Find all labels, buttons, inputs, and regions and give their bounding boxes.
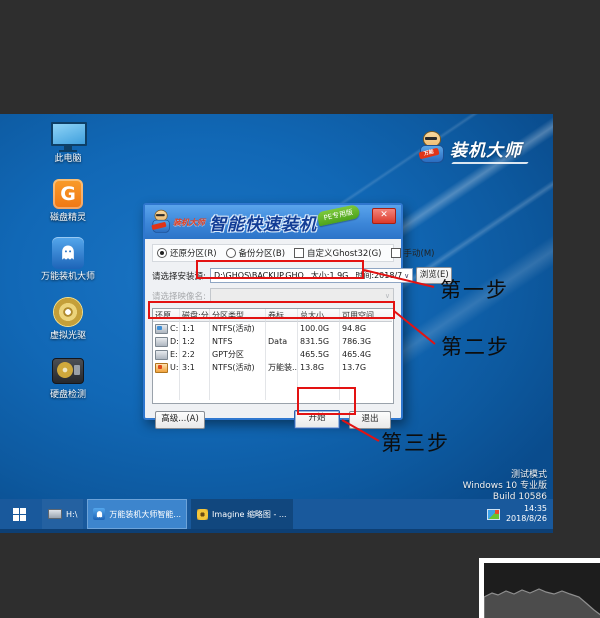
start-button-taskbar[interactable] bbox=[0, 499, 38, 529]
exit-button[interactable]: 退出 bbox=[349, 411, 391, 429]
installer-dialog: 装机大师 智能快速装机 PE专用版 ✕ 还原分区(R) 备份分区(B) bbox=[143, 203, 403, 420]
source-time: 时间:2018/7 bbox=[355, 270, 402, 281]
desktop-brand-logo: 万能 装机大师 bbox=[418, 122, 538, 174]
advanced-button[interactable]: 高级...(A) bbox=[155, 411, 205, 429]
table-row-d[interactable]: D: 1:2 NTFS Data 831.5G 786.3G bbox=[153, 335, 393, 348]
drive-icon bbox=[155, 324, 168, 334]
taskbar-clock[interactable]: 14:35 2018/8/26 bbox=[506, 504, 547, 524]
desktop-icon-label: 虚拟光驱 bbox=[24, 331, 112, 341]
image-name-label: 请选择映像名: bbox=[152, 290, 210, 302]
ghost-icon bbox=[52, 237, 84, 269]
desktop-icon-installer[interactable]: 万能装机大师 bbox=[24, 236, 112, 282]
step1-annotation: 第一步 bbox=[440, 274, 509, 304]
system-tray: 14:35 2018/8/26 bbox=[487, 499, 553, 529]
windows-logo-icon bbox=[13, 508, 26, 521]
source-select-row: 请选择安装源: D:\GHOS\BACKUP.GHO 大小:1.9G 时间:20… bbox=[152, 267, 394, 284]
cd-icon bbox=[53, 297, 83, 327]
brand-logo-underline bbox=[451, 162, 529, 164]
checkbox-custom-ghost32[interactable]: 自定义Ghost32(G) bbox=[294, 247, 381, 259]
col-disk-part: 磁盘:分区 bbox=[180, 309, 210, 322]
drive-icon bbox=[155, 350, 168, 360]
taskbar: H:\ 万能装机大师智能... Imagine 缩略图 - ... 14:35 … bbox=[0, 499, 553, 533]
dialog-title: 智能快速装机 bbox=[209, 210, 317, 235]
checkbox-manual[interactable]: 手动(M) bbox=[391, 247, 435, 259]
image-name-row: 请选择映像名: ∨ bbox=[152, 288, 394, 303]
taskbar-item-explorer[interactable]: H:\ bbox=[42, 499, 83, 529]
brand-logo-text: 装机大师 bbox=[450, 136, 522, 161]
desktop-icon-label: 万能装机大师 bbox=[24, 272, 112, 282]
col-total: 总大小 bbox=[298, 309, 340, 322]
col-restore: 还原 bbox=[153, 309, 180, 322]
display-tray-icon[interactable] bbox=[487, 509, 500, 520]
watermark-line: 测试模式 bbox=[463, 470, 547, 481]
usb-drive-icon bbox=[155, 363, 168, 373]
table-row-u[interactable]: U: 3:1 NTFS(活动) 万能装... 13.8G 13.7G bbox=[153, 361, 393, 374]
chevron-down-icon: ∨ bbox=[385, 292, 390, 300]
chevron-down-icon: ∨ bbox=[404, 272, 409, 280]
desktop-icon-diskgenius[interactable]: G 磁盘精灵 bbox=[24, 177, 112, 223]
dialog-brand-text: 装机大师 bbox=[173, 217, 205, 228]
diskgenius-icon: G bbox=[53, 179, 83, 209]
dialog-titlebar[interactable]: 装机大师 智能快速装机 PE专用版 ✕ bbox=[145, 205, 401, 239]
desktop-icon-hdd-check[interactable]: 硬盘检测 bbox=[24, 354, 112, 400]
jagged-silhouette bbox=[484, 585, 600, 618]
desktop-icon-virtual-cd[interactable]: 虚拟光驱 bbox=[24, 295, 112, 341]
desktop-icon-label: 硬盘检测 bbox=[24, 390, 112, 400]
desktop-icon-this-pc[interactable]: 此电脑 bbox=[24, 118, 112, 164]
table-empty-row bbox=[153, 374, 393, 387]
mascot-icon: 万能 bbox=[418, 131, 444, 165]
taskbar-item-installer[interactable]: 万能装机大师智能... bbox=[87, 499, 187, 529]
pe-edition-badge: PE专用版 bbox=[317, 204, 361, 226]
start-button[interactable]: 开始 bbox=[294, 410, 340, 429]
mode-option-row: 还原分区(R) 备份分区(B) 自定义Ghost32(G) 手动(M) bbox=[152, 244, 394, 262]
step3-annotation: 第三步 bbox=[381, 427, 450, 457]
radio-restore-partition[interactable]: 还原分区(R) bbox=[157, 247, 217, 259]
windows-screen: 此电脑 G 磁盘精灵 万能装机大师 虚拟光驱 bbox=[0, 114, 553, 533]
checkbox-icon bbox=[391, 248, 401, 258]
dialog-footer: 高级...(A) 开始 退出 bbox=[152, 410, 394, 429]
partition-table: 还原 磁盘:分区 分区类型 卷标 总大小 可用空间 C: 1:1 NTFS(活动… bbox=[152, 308, 394, 404]
table-row-e[interactable]: E: 2:2 GPT分区 465.5G 465.4G bbox=[153, 348, 393, 361]
harddisk-icon bbox=[52, 358, 84, 384]
image-name-dropdown-disabled: ∨ bbox=[210, 288, 394, 303]
checkbox-icon bbox=[294, 248, 304, 258]
desktop-icon-column: 此电脑 G 磁盘精灵 万能装机大师 虚拟光驱 bbox=[24, 118, 112, 413]
computer-icon bbox=[51, 122, 85, 148]
table-empty-row bbox=[153, 387, 393, 400]
ghost-icon bbox=[93, 508, 105, 520]
source-label: 请选择安装源: bbox=[152, 270, 210, 282]
drive-icon bbox=[48, 509, 62, 519]
torn-image-corner bbox=[479, 558, 600, 618]
table-header-row: 还原 磁盘:分区 分区类型 卷标 总大小 可用空间 bbox=[153, 309, 393, 322]
radio-checked-icon bbox=[157, 248, 167, 258]
mascot-icon bbox=[151, 210, 170, 234]
imagine-icon bbox=[197, 509, 208, 520]
table-row-c[interactable]: C: 1:1 NTFS(活动) 100.0G 94.8G bbox=[153, 322, 393, 335]
drive-icon bbox=[155, 337, 168, 347]
desktop-icon-label: 此电脑 bbox=[24, 154, 112, 164]
source-path: D:\GHOS\BACKUP.GHO bbox=[214, 271, 304, 280]
source-dropdown[interactable]: D:\GHOS\BACKUP.GHO 大小:1.9G 时间:2018/7 ∨ bbox=[210, 268, 413, 283]
source-size: 大小:1.9G bbox=[311, 270, 349, 281]
watermark-line: Windows 10 专业版 bbox=[463, 481, 547, 492]
col-part-type: 分区类型 bbox=[210, 309, 266, 322]
col-volume: 卷标 bbox=[266, 309, 298, 322]
radio-backup-partition[interactable]: 备份分区(B) bbox=[226, 247, 285, 259]
step2-annotation: 第二步 bbox=[441, 331, 510, 361]
taskbar-item-imagine[interactable]: Imagine 缩略图 - ... bbox=[191, 499, 293, 529]
screenshot-stage: 此电脑 G 磁盘精灵 万能装机大师 虚拟光驱 bbox=[0, 0, 600, 618]
dialog-body: 还原分区(R) 备份分区(B) 自定义Ghost32(G) 手动(M) bbox=[145, 239, 401, 429]
col-free: 可用空间 bbox=[340, 309, 392, 322]
close-icon[interactable]: ✕ bbox=[372, 208, 396, 224]
desktop-icon-label: 磁盘精灵 bbox=[24, 213, 112, 223]
radio-icon bbox=[226, 248, 236, 258]
